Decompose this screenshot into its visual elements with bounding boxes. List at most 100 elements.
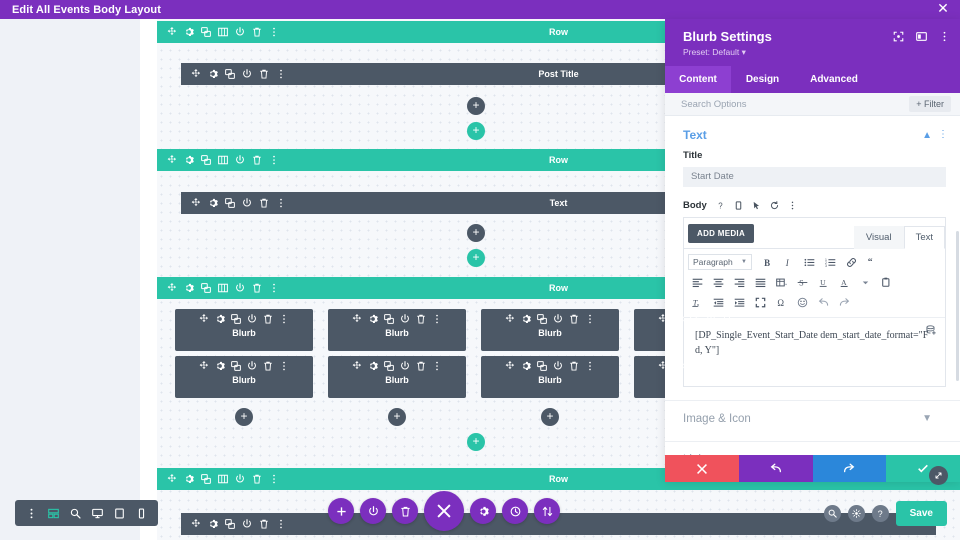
emoji-icon[interactable] [793, 294, 812, 311]
power-icon[interactable] [242, 198, 252, 208]
trash-fab[interactable] [392, 498, 418, 524]
zoom-icon[interactable] [70, 508, 81, 519]
close-builder-fab[interactable] [424, 491, 464, 531]
clear-formatting-icon[interactable]: Tx [688, 294, 707, 311]
close-icon[interactable]: ✕ [936, 2, 950, 17]
add-module-button[interactable]: + [467, 97, 485, 115]
more-icon[interactable] [269, 27, 279, 37]
help-icon[interactable]: ? [716, 201, 725, 210]
strikethrough-icon[interactable]: S [793, 274, 812, 291]
settings-fab[interactable] [470, 498, 496, 524]
chevron-down-icon[interactable]: ▼ [922, 413, 932, 424]
move-icon[interactable] [191, 198, 201, 208]
align-center-icon[interactable] [709, 274, 728, 291]
power-icon[interactable] [242, 519, 252, 529]
undo-button[interactable] [738, 455, 813, 482]
add-row-button[interactable]: + [467, 122, 485, 140]
trash-icon[interactable] [252, 474, 262, 484]
save-changes-button[interactable] [886, 455, 960, 482]
trash-icon[interactable] [259, 519, 269, 529]
blurb-module[interactable]: Blurb [481, 356, 619, 398]
power-icon[interactable] [553, 314, 563, 324]
help-icon[interactable]: ? [871, 505, 889, 522]
power-icon[interactable] [553, 361, 563, 371]
save-button[interactable]: Save [895, 501, 947, 526]
power-icon[interactable] [400, 314, 410, 324]
power-icon[interactable] [235, 474, 245, 484]
gear-icon[interactable] [208, 519, 218, 529]
more-vertical-icon[interactable] [26, 508, 37, 519]
indent-icon[interactable] [730, 294, 749, 311]
columns-icon[interactable] [218, 283, 228, 293]
panel-scrollbar[interactable] [956, 231, 959, 381]
gear-icon[interactable] [215, 314, 225, 324]
layout-icon[interactable] [916, 31, 927, 42]
section-header-image-icon[interactable]: Image & Icon ▼ [665, 401, 960, 433]
fullscreen-icon[interactable] [751, 294, 770, 311]
duplicate-icon[interactable] [537, 361, 547, 371]
blurb-module[interactable]: Blurb [175, 309, 313, 351]
move-icon[interactable] [199, 314, 209, 324]
more-icon[interactable]: ⋮ [938, 130, 948, 140]
editor-content-area[interactable]: [DP_Single_Event_Start_Date dem_start_da… [684, 318, 945, 386]
more-icon[interactable] [269, 283, 279, 293]
filter-button[interactable]: + Filter [909, 96, 951, 112]
trash-icon[interactable] [722, 361, 732, 371]
duplicate-icon[interactable] [201, 155, 211, 165]
trash-icon[interactable] [569, 314, 579, 324]
gear-icon[interactable] [368, 361, 378, 371]
more-icon[interactable] [585, 361, 595, 371]
power-fab[interactable] [360, 498, 386, 524]
move-icon[interactable] [191, 519, 201, 529]
trash-icon[interactable] [259, 198, 269, 208]
tab-visual[interactable]: Visual [853, 225, 904, 249]
more-icon[interactable] [269, 155, 279, 165]
hover-icon[interactable] [752, 201, 761, 210]
cancel-button[interactable] [665, 455, 739, 482]
add-module-button[interactable]: + [541, 408, 559, 426]
chevron-down-icon[interactable]: ▾ [742, 47, 746, 57]
more-icon[interactable] [276, 69, 286, 79]
columns-icon[interactable] [218, 474, 228, 484]
blockquote-icon[interactable]: “ [863, 254, 882, 271]
power-icon[interactable] [235, 27, 245, 37]
table-icon[interactable] [772, 274, 791, 291]
move-icon[interactable] [167, 283, 177, 293]
gear-icon[interactable] [674, 361, 684, 371]
gear-icon[interactable] [674, 314, 684, 324]
add-row-button[interactable]: + [467, 249, 485, 267]
power-icon[interactable] [247, 314, 257, 324]
tab-content[interactable]: Content [665, 66, 731, 93]
duplicate-icon[interactable] [690, 314, 700, 324]
format-select[interactable]: Paragraph ▼ [688, 254, 752, 270]
gear-icon[interactable] [215, 361, 225, 371]
power-icon[interactable] [235, 155, 245, 165]
move-icon[interactable] [199, 361, 209, 371]
gear-icon[interactable] [184, 474, 194, 484]
add-row-button[interactable]: + [467, 433, 485, 451]
more-icon[interactable] [276, 519, 286, 529]
columns-icon[interactable] [218, 155, 228, 165]
duplicate-icon[interactable] [231, 361, 241, 371]
gear-icon[interactable] [208, 69, 218, 79]
duplicate-icon[interactable] [537, 314, 547, 324]
search-input[interactable]: Search Options [681, 99, 746, 110]
power-icon[interactable] [242, 69, 252, 79]
duplicate-icon[interactable] [231, 314, 241, 324]
trash-icon[interactable] [263, 361, 273, 371]
power-icon[interactable] [247, 361, 257, 371]
add-module-button[interactable]: + [388, 408, 406, 426]
gear-icon[interactable] [521, 314, 531, 324]
duplicate-icon[interactable] [384, 361, 394, 371]
duplicate-icon[interactable] [225, 69, 235, 79]
history-fab[interactable] [502, 498, 528, 524]
tab-text[interactable]: Text [903, 225, 945, 249]
chevron-up-icon[interactable]: ▲ [922, 130, 932, 141]
trash-icon[interactable] [252, 155, 262, 165]
underline-icon[interactable]: U [814, 274, 833, 291]
align-justify-icon[interactable] [751, 274, 770, 291]
desktop-icon[interactable] [92, 508, 103, 519]
tablet-icon[interactable] [114, 507, 125, 519]
paste-icon[interactable] [877, 274, 896, 291]
power-icon[interactable] [706, 361, 716, 371]
